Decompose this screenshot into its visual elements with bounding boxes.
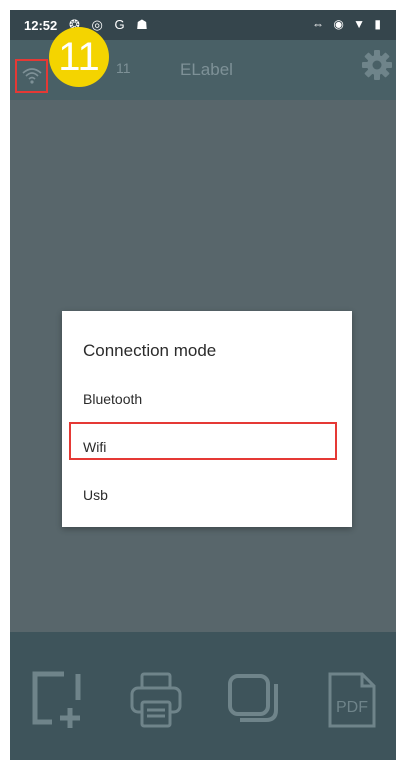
pdf-button[interactable]: PDF	[324, 670, 380, 730]
phone-screen: 12:52 ❂ ◎ G ☗ ⇔ ◉ ▼ ▮ 11 ELabel 11 Conne…	[10, 10, 396, 760]
bottom-toolbar: PDF	[10, 632, 396, 760]
dialog-title: Connection mode	[83, 341, 217, 360]
wifi-option-highlight	[69, 422, 337, 460]
status-time: 12:52	[24, 18, 58, 33]
gear-icon	[362, 50, 392, 80]
settings-button[interactable]	[360, 48, 394, 82]
option-usb[interactable]: Usb	[83, 487, 108, 503]
new-label-button[interactable]	[30, 670, 86, 730]
print-button[interactable]	[128, 670, 184, 730]
copy-button[interactable]	[226, 670, 282, 730]
copy-icon	[228, 674, 278, 722]
connection-button[interactable]	[15, 59, 48, 93]
system-icons: ⇔ ◉ ▼ ▮	[312, 17, 384, 31]
pdf-icon-label: PDF	[336, 699, 368, 716]
new-label-icon	[32, 671, 81, 728]
app-bar-counter: 11	[116, 60, 131, 76]
step-number-badge: 11	[49, 27, 109, 87]
app-title: ELabel	[180, 60, 233, 79]
option-bluetooth[interactable]: Bluetooth	[83, 391, 142, 407]
connection-mode-dialog: Connection mode Bluetooth Wifi Usb	[62, 311, 352, 527]
print-icon	[130, 672, 182, 728]
pdf-icon: PDF	[328, 672, 376, 728]
wifi-icon	[22, 68, 42, 84]
